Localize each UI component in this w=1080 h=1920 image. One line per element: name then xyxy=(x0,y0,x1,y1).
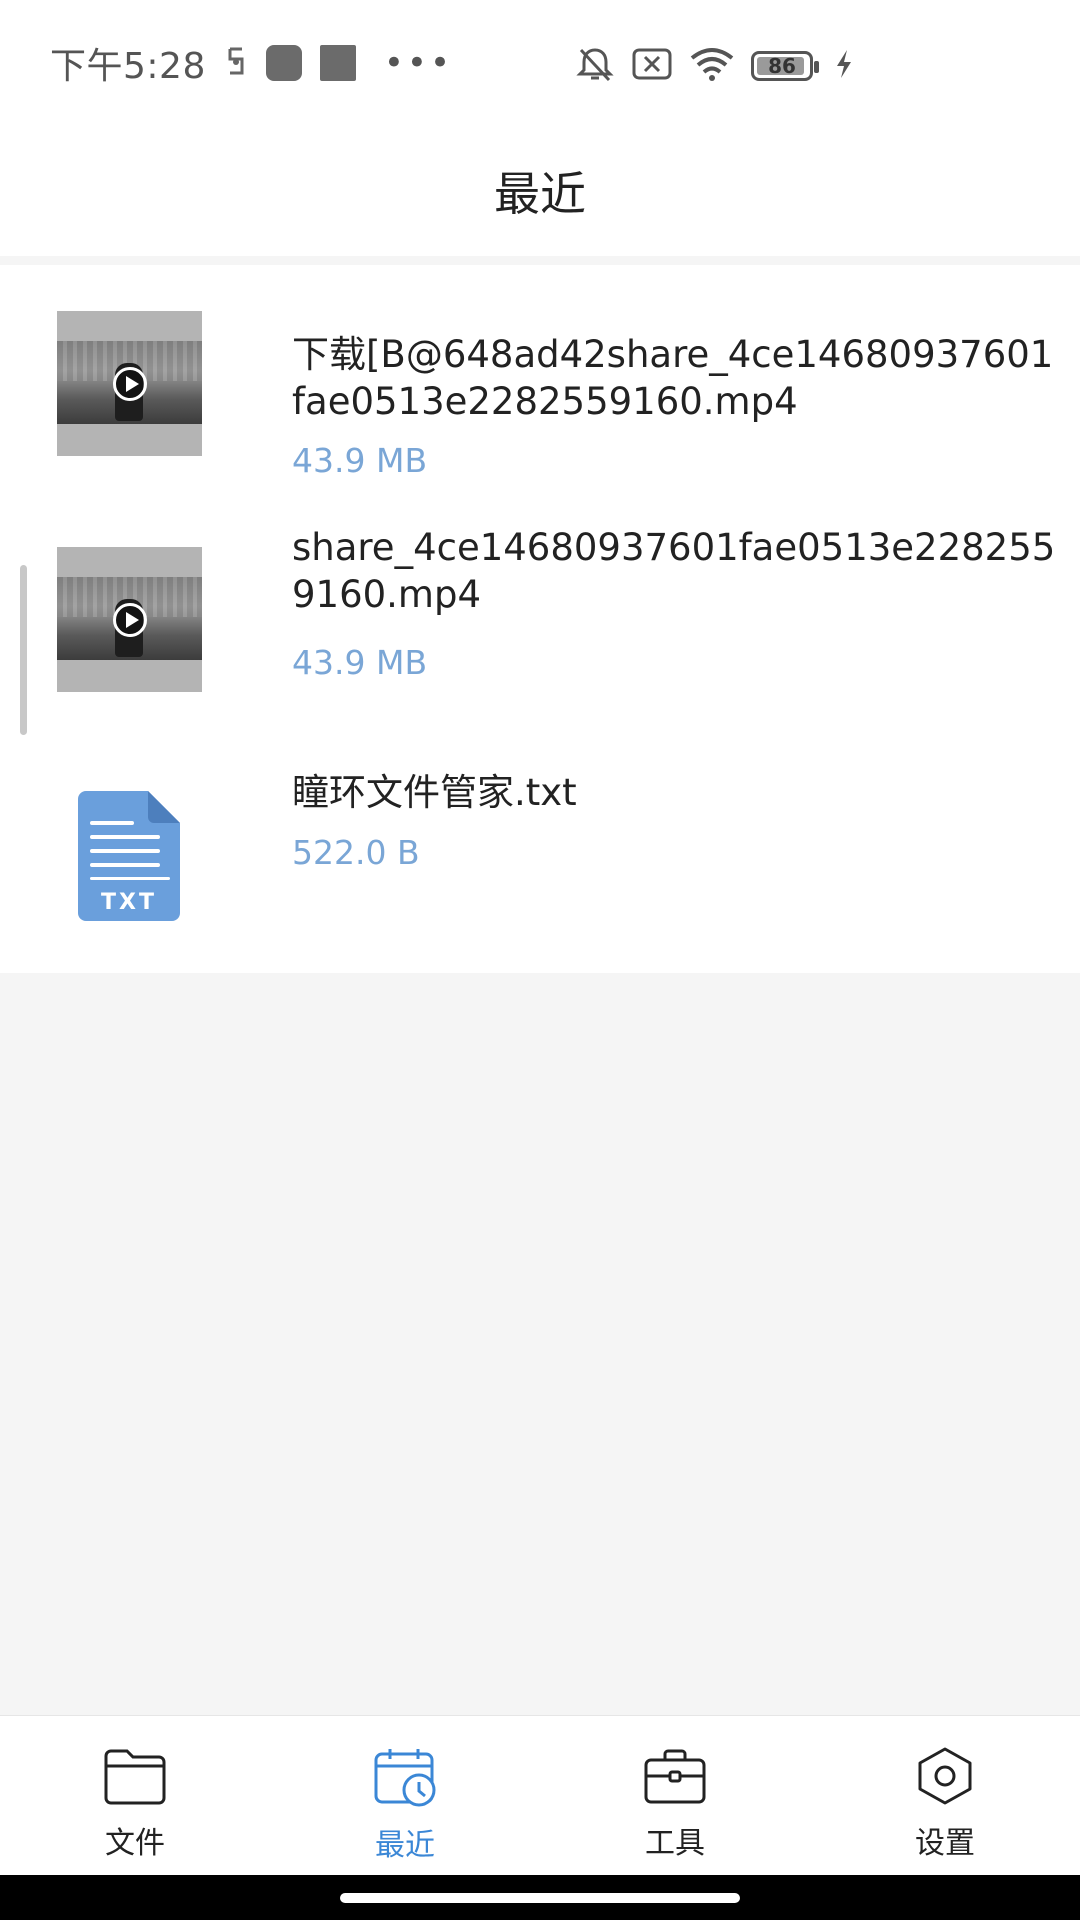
nav-item-files[interactable]: 文件 xyxy=(75,1746,195,1866)
file-list-item[interactable]: TXT 瞳环文件管家.txt 522.0 B xyxy=(0,733,1080,973)
charging-icon xyxy=(835,48,853,84)
file-name: 下载[B@648ad42share_4ce14680937601fae0513e… xyxy=(292,333,1054,423)
nav-item-settings[interactable]: 设置 xyxy=(885,1746,1005,1866)
nav-item-recent[interactable]: 最近 xyxy=(345,1746,465,1866)
recent-file-list[interactable]: 下载[B@648ad42share_4ce14680937601fae0513e… xyxy=(0,265,1080,973)
gear-icon xyxy=(913,1746,977,1810)
folder-icon xyxy=(102,1746,168,1810)
bottom-navigation: 文件 最近 工具 设置 xyxy=(0,1715,1080,1875)
nav-label: 文件 xyxy=(105,1826,165,1861)
video-thumbnail xyxy=(57,547,202,692)
file-size: 522.0 B xyxy=(292,833,420,872)
txt-icon-label: TXT xyxy=(101,890,157,915)
status-left: 下午5:28 ••• xyxy=(50,37,453,89)
play-icon xyxy=(113,603,147,637)
battery-icon: 86 xyxy=(751,51,819,81)
nav-label: 设置 xyxy=(915,1826,975,1861)
nav-label: 最近 xyxy=(375,1828,435,1863)
sim-icon xyxy=(224,45,248,81)
file-name: share_4ce14680937601fae0513e2282559160.m… xyxy=(292,526,1056,616)
status-time: 下午5:28 xyxy=(50,46,206,87)
status-bar: 下午5:28 ••• 86 xyxy=(0,0,1080,126)
screen: 下午5:28 ••• 86 最近 下载[B@648ad42share_4ce14… xyxy=(0,0,1080,1920)
nav-item-tools[interactable]: 工具 xyxy=(615,1746,735,1866)
file-list-item[interactable]: share_4ce14680937601fae0513e2282559160.m… xyxy=(0,497,1080,733)
app-notification-icon xyxy=(265,45,302,81)
play-icon xyxy=(113,367,147,401)
file-list-item[interactable]: 下载[B@648ad42share_4ce14680937601fae0513e… xyxy=(0,265,1080,497)
mute-bell-icon xyxy=(575,44,615,88)
battery-level: 86 xyxy=(768,54,796,78)
status-right: 86 xyxy=(575,44,853,88)
page-title: 最近 xyxy=(494,167,586,221)
file-name: 瞳环文件管家.txt xyxy=(292,771,577,814)
txt-file-icon: TXT xyxy=(78,791,180,921)
file-size: 43.9 MB xyxy=(292,643,428,682)
scroll-indicator[interactable] xyxy=(20,565,27,735)
page-header: 最近 xyxy=(0,126,1080,256)
video-thumbnail xyxy=(57,311,202,456)
wifi-icon xyxy=(689,46,735,86)
app-notification-icon-2 xyxy=(319,45,356,81)
system-gesture-bar xyxy=(0,1875,1080,1920)
nav-label: 工具 xyxy=(645,1826,705,1861)
toolbox-icon xyxy=(642,1746,708,1810)
calendar-clock-icon xyxy=(372,1746,438,1812)
no-sim-icon xyxy=(631,46,673,86)
file-size: 43.9 MB xyxy=(292,441,428,480)
home-indicator[interactable] xyxy=(340,1893,740,1903)
more-notifications-icon: ••• xyxy=(383,43,454,83)
